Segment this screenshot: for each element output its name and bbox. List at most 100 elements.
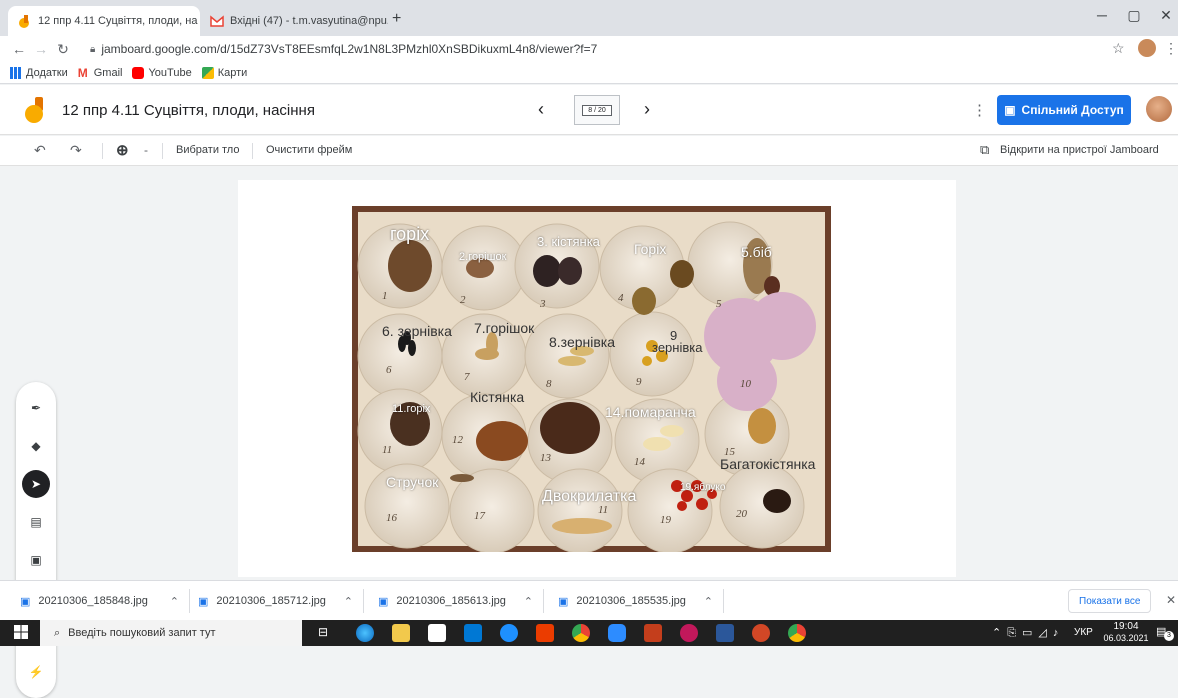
bookmark-maps[interactable]: Карти <box>201 66 248 79</box>
store-icon[interactable] <box>428 624 446 642</box>
pen-icon[interactable]: ✒ <box>24 396 48 420</box>
mail-icon[interactable] <box>464 624 482 642</box>
bookmark-apps[interactable]: Додатки <box>10 66 68 79</box>
browser-toolbar: ← → ↻ 🔒︎ jamboard.google.com/d/15dZ73VsT… <box>0 36 1178 62</box>
clock-time[interactable]: 19:04 <box>1106 621 1146 632</box>
photo-label: Двокрилатка <box>542 488 637 505</box>
show-all-downloads-button[interactable]: Показати все <box>1068 589 1152 613</box>
set-background-button[interactable]: Вибрати тло <box>176 144 239 156</box>
bookmarks-bar: Додатки M Gmail YouTube Карти <box>0 62 1178 84</box>
bookmark-label: Додатки <box>26 66 68 79</box>
maps-icon <box>201 66 214 79</box>
photo-number: 10 <box>740 378 751 390</box>
share-people-icon: ▣ <box>1004 103 1016 117</box>
task-view-icon[interactable]: ⊟ <box>318 625 328 639</box>
download-filename: 20210306_185535.jpg <box>576 595 686 607</box>
tab-jamboard-label: 12 ппр 4.11 Суцвіття, плоди, на <box>38 15 198 27</box>
more-options-icon[interactable]: ⋮ <box>972 101 987 119</box>
photo-label: горіх <box>390 224 430 244</box>
laser-icon[interactable]: ⚡ <box>24 660 48 684</box>
tab-jamboard[interactable]: 12 ппр 4.11 Суцвіття, плоди, на ✕ <box>8 6 200 36</box>
redo-icon[interactable]: ↷ <box>70 142 82 159</box>
photo-label: 7.горішок <box>474 320 535 336</box>
previous-frame-icon[interactable]: ‹ <box>538 99 544 120</box>
next-frame-icon[interactable]: › <box>644 99 650 120</box>
zoom-dropdown[interactable]: - <box>144 143 148 157</box>
frame-indicator: 8 / 20 <box>582 104 612 116</box>
bookmark-youtube[interactable]: YouTube <box>132 66 192 79</box>
reload-icon[interactable]: ↻ <box>52 41 74 58</box>
clear-frame-button[interactable]: Очистити фрейм <box>266 144 352 156</box>
share-button[interactable]: ▣ Спільний Доступ <box>997 95 1131 125</box>
open-on-device-button[interactable]: Відкрити на пристрої Jamboard <box>1000 144 1159 156</box>
office-icon[interactable] <box>536 624 554 642</box>
forward-icon[interactable]: → <box>30 41 52 57</box>
bookmark-label: Карти <box>217 66 248 79</box>
chevron-up-icon[interactable]: ⌃ <box>170 595 179 608</box>
chrome-icon[interactable] <box>572 624 590 642</box>
eraser-icon[interactable]: ◆ <box>24 434 48 458</box>
chevron-up-icon[interactable]: ⌃ <box>344 595 353 608</box>
clock-date[interactable]: 06.03.2021 <box>1098 633 1154 643</box>
file-explorer-icon[interactable] <box>392 624 410 642</box>
image-file-icon: ▣ <box>198 595 209 608</box>
undo-icon[interactable]: ↶ <box>34 142 46 159</box>
chevron-up-icon[interactable]: ⌃ <box>704 595 713 608</box>
photo-number: 13 <box>540 452 551 464</box>
back-icon[interactable]: ← <box>8 41 30 57</box>
download-filename: 20210306_185848.jpg <box>38 595 148 607</box>
powerpoint-viewer-icon[interactable] <box>752 624 770 642</box>
download-filename: 20210306_185712.jpg <box>216 595 326 607</box>
search-placeholder: Введіть пошуковий запит тут <box>68 627 216 639</box>
address-bar[interactable]: 🔒︎ jamboard.google.com/d/15dZ73VsT8EEsmf… <box>90 39 1110 59</box>
photo-label: 6. зернівка <box>382 323 452 339</box>
photo-number: 12 <box>452 434 463 446</box>
profile-avatar[interactable] <box>1138 39 1156 57</box>
document-title[interactable]: 12 ппр 4.11 Суцвіття, плоди, насіння <box>62 102 315 119</box>
select-pointer-icon[interactable]: ➤ <box>22 470 50 498</box>
edge-icon[interactable] <box>356 624 374 642</box>
fruits-seeds-photo[interactable]: горіх 2.горішок 3. кістянка Горіх 5.біб … <box>352 206 831 552</box>
safari-icon[interactable] <box>500 624 518 642</box>
system-tray-icons[interactable]: ⌃⎘▭◿♪ <box>992 626 1064 640</box>
open-on-device-icon[interactable]: ⧉ <box>980 142 989 158</box>
photo-label: 5.біб <box>741 244 772 260</box>
jamboard-toolbar: ↶ ↷ ⊕ - Вибрати тло Очистити фрейм ⧉ Від… <box>0 136 1178 166</box>
zoom-app-icon[interactable] <box>608 624 626 642</box>
word-icon[interactable] <box>716 624 734 642</box>
download-item[interactable]: ▣ 20210306_185613.jpg ⌃ <box>378 589 544 613</box>
photo-label: Горіх <box>634 241 667 257</box>
taskbar-search[interactable]: ⌕ Введіть пошуковий запит тут <box>40 620 302 646</box>
browser-menu-icon[interactable]: ⋮ <box>1164 40 1178 57</box>
input-language[interactable]: УКР <box>1074 627 1093 638</box>
zoom-icon[interactable]: ⊕ <box>116 141 129 159</box>
gmail-icon: M <box>77 65 88 80</box>
sticky-note-icon[interactable]: ▤ <box>24 510 48 534</box>
new-tab-button[interactable]: + <box>392 10 401 28</box>
windows-start-icon[interactable] <box>14 625 28 639</box>
jamboard-logo-icon[interactable] <box>24 97 48 125</box>
close-window-icon[interactable]: ✕ <box>1146 0 1178 30</box>
photo-label: Стручок <box>386 474 439 490</box>
close-downloads-icon[interactable]: ✕ <box>1166 593 1176 607</box>
image-file-icon: ▣ <box>20 595 31 608</box>
tab-gmail[interactable]: Вхідні (47) - t.m.vasyutina@npu. ✕ <box>200 6 388 36</box>
frame-bar-toggle[interactable]: 8 / 20 <box>574 95 620 125</box>
download-item[interactable]: ▣ 20210306_185712.jpg ⌃ <box>198 589 364 613</box>
jamboard-header: 12 ппр 4.11 Суцвіття, плоди, насіння ‹ 8… <box>0 85 1178 135</box>
photo-number: 15 <box>724 446 735 458</box>
download-item[interactable]: ▣ 20210306_185848.jpg ⌃ <box>20 589 190 613</box>
chrome-icon[interactable] <box>788 624 806 642</box>
chevron-up-icon[interactable]: ⌃ <box>524 595 533 608</box>
bookmark-gmail[interactable]: M Gmail <box>78 67 123 79</box>
toolbar-divider <box>102 143 103 159</box>
bookmark-star-icon[interactable]: ☆ <box>1112 40 1125 57</box>
powerpoint-icon[interactable] <box>644 624 662 642</box>
downloads-bar: ▣ 20210306_185848.jpg ⌃ ▣ 20210306_18571… <box>0 580 1178 620</box>
photo-label: 3. кістянка <box>537 234 600 249</box>
photo-label: Багатокістянка <box>720 456 816 472</box>
download-item[interactable]: ▣ 20210306_185535.jpg ⌃ <box>558 589 724 613</box>
viber-icon[interactable] <box>680 624 698 642</box>
account-avatar[interactable] <box>1146 96 1172 122</box>
add-image-icon[interactable]: ▣ <box>24 548 48 572</box>
